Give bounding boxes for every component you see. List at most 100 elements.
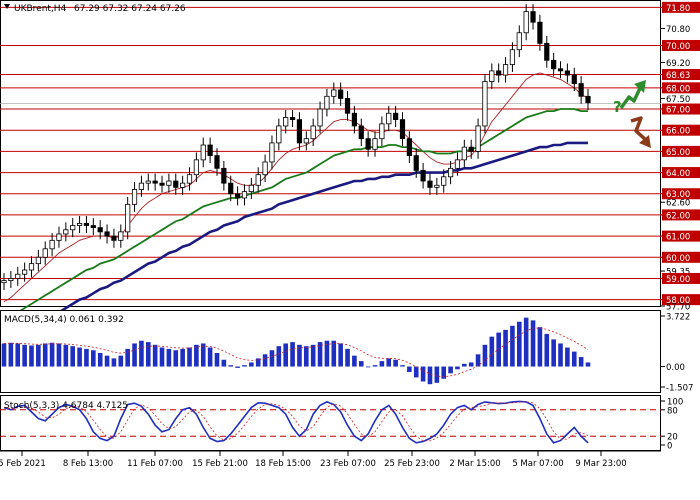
macd-bar <box>551 339 556 367</box>
candle-body <box>125 203 131 233</box>
price-y-tick-label: 67.50 <box>666 95 690 105</box>
price-y-tick-label: 68.63 <box>666 71 690 81</box>
candle-body <box>475 125 481 152</box>
price-y-tick-label: 65.00 <box>666 148 690 158</box>
macd-bar <box>338 343 343 367</box>
candle-body <box>166 180 172 186</box>
candle-body <box>63 229 69 235</box>
candle-body <box>344 98 351 114</box>
macd-bar <box>462 363 467 367</box>
candle-body <box>83 222 90 226</box>
forecast-question-mark: ? <box>613 98 622 116</box>
macd-bar <box>420 366 426 382</box>
candle-body <box>131 189 138 205</box>
candle-body <box>551 59 557 70</box>
candle-body <box>97 227 103 233</box>
macd-bar <box>565 347 570 367</box>
macd-bar <box>413 366 419 378</box>
candle-body <box>15 273 21 279</box>
candle-body <box>138 182 145 190</box>
candle-body <box>420 170 426 182</box>
macd-bar <box>56 343 62 367</box>
price-y-tick-label: 68.00 <box>666 84 690 94</box>
macd-bar <box>173 350 179 367</box>
time-axis-label: 25 Feb 23:00 <box>384 459 440 469</box>
candle-body <box>214 155 220 169</box>
candle-body <box>145 180 151 184</box>
macd-bar <box>70 346 76 367</box>
candle-body <box>104 231 110 237</box>
price-y-tick-label: 59.00 <box>666 275 690 285</box>
macd-y-axis: 3.722 0.00 -1.507 <box>661 313 693 394</box>
candle-body <box>468 146 474 152</box>
candle-body <box>118 231 124 241</box>
macd-bar <box>290 342 295 367</box>
macd-bar <box>503 329 508 367</box>
candle-body <box>516 32 522 51</box>
macd-bar <box>379 361 385 367</box>
candle-body <box>571 74 577 85</box>
macd-bar <box>207 347 213 367</box>
candle-body <box>159 182 165 186</box>
macd-y-tick-label: 3.722 <box>666 313 690 323</box>
candle-body <box>557 68 564 72</box>
macd-bar <box>145 342 151 367</box>
macd-bar <box>345 348 350 367</box>
macd-bar <box>475 354 481 367</box>
macd-bar <box>242 365 247 367</box>
price-y-axis: 71.80 70.80 70.00 69.20 68.63 68.0067.5067.00… <box>661 1 700 313</box>
macd-bar <box>84 348 89 367</box>
candle-body <box>90 225 96 229</box>
time-axis-label: 5 Mar 07:00 <box>512 459 563 469</box>
candle-body <box>56 233 62 241</box>
time-axis-label: 2 Mar 15:00 <box>449 459 500 469</box>
macd-bar <box>468 362 474 367</box>
macd-bar <box>187 347 192 367</box>
macd-bar <box>1 343 7 367</box>
candle-body <box>221 167 227 184</box>
macd-bar <box>194 344 199 367</box>
candle-body <box>1 280 7 284</box>
time-axis-label: 11 Feb 07:00 <box>127 459 183 469</box>
macd-bar <box>516 321 522 367</box>
time-axis-label: 23 Feb 07:00 <box>320 459 376 469</box>
macd-bar <box>42 343 48 367</box>
macd-bar <box>571 351 577 367</box>
price-y-tick-label: 64.00 <box>666 169 690 179</box>
candle-body <box>234 193 241 199</box>
macd-bar <box>49 342 55 367</box>
macd-bar <box>585 362 591 367</box>
price-y-tick-label: 62.00 <box>666 211 690 221</box>
macd-bar <box>91 350 96 367</box>
macd-bar <box>455 366 460 370</box>
candle-body <box>564 70 570 76</box>
macd-bar <box>578 357 584 367</box>
price-y-tick-label: 70.80 <box>666 25 690 35</box>
macd-bar <box>331 340 337 367</box>
candle-body <box>406 138 412 157</box>
candle-body <box>262 161 268 176</box>
candle-body <box>269 142 275 163</box>
macd-bar <box>8 342 14 367</box>
macd-bar <box>249 362 254 367</box>
macd-bar <box>434 366 440 383</box>
candle-body <box>193 159 199 176</box>
macd-bar <box>427 366 433 385</box>
candle-body <box>585 95 591 104</box>
macd-bar <box>166 348 172 367</box>
price-panel-frame <box>0 0 661 307</box>
candle-body <box>310 125 316 140</box>
macd-bar <box>544 333 550 367</box>
macd-bar <box>111 358 117 367</box>
macd-bar <box>139 340 144 367</box>
candle-body <box>241 191 248 199</box>
price-y-tick-label: 69.20 <box>666 59 690 69</box>
macd-bar <box>63 344 69 367</box>
macd-bar <box>304 346 309 367</box>
macd-bar <box>407 366 412 372</box>
macd-bar <box>537 327 543 367</box>
candle-body <box>365 138 371 150</box>
candle-body <box>76 222 83 226</box>
macd-bar <box>496 332 501 367</box>
time-axis-label: 5 Feb 2021 <box>0 459 46 469</box>
